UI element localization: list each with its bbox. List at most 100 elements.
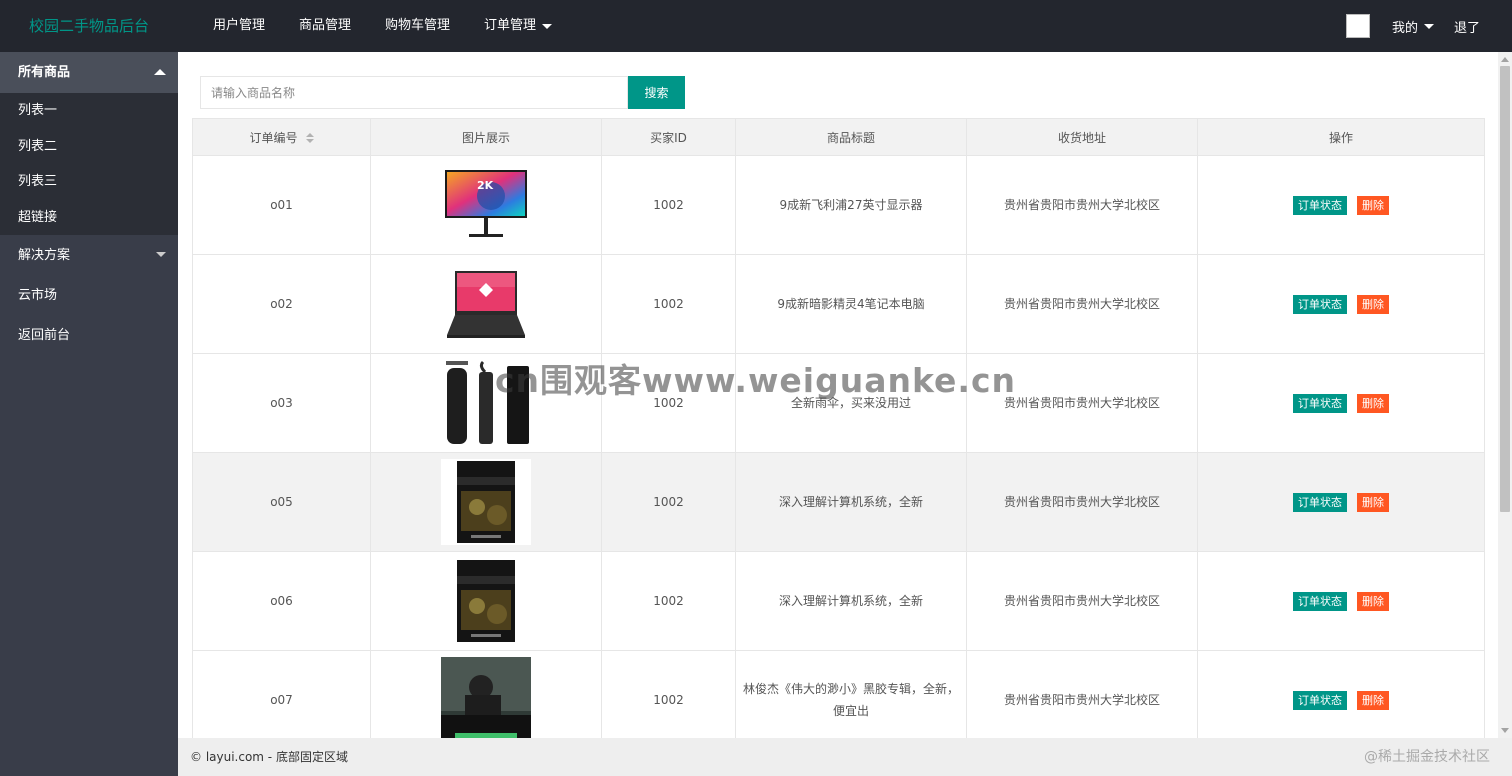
title-cell: 全新雨伞，买来没用过 [735,353,967,453]
sidebar-item-cloud-market[interactable]: 云市场 [0,276,178,316]
nav-product-management[interactable]: 商品管理 [282,0,368,52]
title-cell: 林俊杰《伟大的渺小》黑胶专辑，全新，便宜出 [735,650,967,738]
top-nav: 用户管理 商品管理 购物车管理 订单管理 [196,0,569,52]
table-row: o06 1002 深入理解计算机系统，全新 贵州省贵阳市贵州大学北校区 订单状态… [192,551,1485,651]
delete-button[interactable]: 删除 [1357,592,1389,611]
sidebar-group-all-products[interactable]: 所有商品 [0,52,178,93]
search-input[interactable] [200,76,628,109]
table-header-row: 订单编号 图片展示 买家ID 商品标题 收货地址 操作 [192,118,1485,156]
column-header-address: 收货地址 [966,118,1198,156]
sidebar-item-list-2[interactable]: 列表二 [0,129,178,165]
title-cell: 9成新暗影精灵4笔记本电脑 [735,254,967,354]
order-status-button[interactable]: 订单状态 [1293,493,1347,512]
image-cell [370,254,602,354]
actions-cell: 订单状态 删除 [1197,155,1485,255]
address-cell: 贵州省贵阳市贵州大学北校区 [966,353,1198,453]
sort-icon[interactable] [305,133,314,143]
book-image [441,459,531,545]
order-id-cell: o01 [192,155,371,255]
chevron-down-icon [156,252,166,257]
book-image [441,558,531,644]
nav-cart-management[interactable]: 购物车管理 [368,0,467,52]
nav-cart-management-label: 购物车管理 [385,18,451,33]
delete-button[interactable]: 删除 [1357,295,1389,314]
chevron-down-icon [1423,23,1434,29]
sidebar-item-back-to-front[interactable]: 返回前台 [0,316,178,356]
buyer-id-cell: 1002 [601,353,736,453]
column-header-title: 商品标题 [735,118,967,156]
sidebar-group-label: 解决方案 [18,248,71,263]
order-id-cell: o02 [192,254,371,354]
delete-button[interactable]: 删除 [1357,493,1389,512]
order-id-cell: o03 [192,353,371,453]
address-cell: 贵州省贵阳市贵州大学北校区 [966,254,1198,354]
nav-order-management-label: 订单管理 [484,18,537,33]
logout-link[interactable]: 退了 [1444,17,1490,36]
nav-product-management-label: 商品管理 [299,18,352,33]
nav-user-management[interactable]: 用户管理 [196,0,282,52]
my-menu-label: 我的 [1391,20,1418,36]
vertical-scrollbar[interactable] [1498,52,1512,738]
sidebar-item-list-3[interactable]: 列表三 [0,164,178,200]
image-cell [370,551,602,651]
image-cell [370,353,602,453]
sidebar: 所有商品 列表一 列表二 列表三 超链接 解决方案 云市场 返回前台 [0,52,178,776]
order-status-button[interactable]: 订单状态 [1293,196,1347,215]
order-status-button[interactable]: 订单状态 [1293,394,1347,413]
order-status-button[interactable]: 订单状态 [1293,592,1347,611]
footer: © layui.com - 底部固定区域 @稀土掘金技术社区 [178,738,1512,776]
buyer-id-cell: 1002 [601,551,736,651]
avatar[interactable] [1345,14,1370,38]
address-cell: 贵州省贵阳市贵州大学北校区 [966,551,1198,651]
sidebar-group-label: 所有商品 [18,65,71,80]
column-header-buyer-id: 买家ID [601,118,736,156]
column-header-order-id[interactable]: 订单编号 [192,118,371,156]
delete-button[interactable]: 删除 [1357,394,1389,413]
sidebar-submenu: 列表一 列表二 列表三 超链接 [0,93,178,235]
image-cell: 2K [370,155,602,255]
order-id-cell: o05 [192,452,371,552]
sidebar-item-list-1[interactable]: 列表一 [0,93,178,129]
footer-text: © layui.com - 底部固定区域 [190,750,348,764]
main-content: 搜索 订单编号 图片展示 买家ID 商品标题 收货地址 操作 o01 [178,52,1498,738]
scroll-up-icon[interactable] [1501,57,1509,62]
search-button[interactable]: 搜索 [628,76,685,109]
album-image [441,657,531,738]
actions-cell: 订单状态 删除 [1197,254,1485,354]
table-row: o02 1002 9成新暗影精灵4笔记本电脑 贵州省贵阳市贵州大学北校区 订单状… [192,254,1485,354]
footer-corner-text: @稀土掘金技术社区 [1364,749,1490,765]
table-row: o05 1002 深入理解计算机系统，全新 贵州省贵阳市贵州大学北校区 订单状态… [192,452,1485,552]
sidebar-item-hyperlink[interactable]: 超链接 [0,200,178,236]
chevron-up-icon [154,69,166,75]
actions-cell: 订单状态 删除 [1197,452,1485,552]
app-logo[interactable]: 校园二手物品后台 [0,0,178,52]
table-row: o03 1002 全新雨伞，买来没用过 贵州省贵阳市贵州大学北校区 订单状态删除 [192,353,1485,453]
monitor-image: 2K [441,162,531,248]
address-cell: 贵州省贵阳市贵州大学北校区 [966,452,1198,552]
actions-cell: 订单状态 删除 [1197,551,1485,651]
svg-text:2K: 2K [477,179,494,192]
nav-user-management-label: 用户管理 [213,18,266,33]
scroll-down-icon[interactable] [1501,728,1509,733]
nav-order-management[interactable]: 订单管理 [467,0,569,52]
order-id-cell: o06 [192,551,371,651]
order-status-button[interactable]: 订单状态 [1293,295,1347,314]
column-header-image: 图片展示 [370,118,602,156]
sidebar-group-solutions[interactable]: 解决方案 [0,235,178,276]
orders-table: 订单编号 图片展示 买家ID 商品标题 收货地址 操作 o01 2K 1002 … [192,118,1485,738]
image-cell [370,452,602,552]
column-header-label: 订单编号 [249,130,298,145]
actions-cell: 订单状态 删除 [1197,650,1485,738]
order-status-button[interactable]: 订单状态 [1293,691,1347,710]
column-header-actions: 操作 [1197,118,1485,156]
scroll-thumb[interactable] [1500,66,1510,512]
order-id-cell: o07 [192,650,371,738]
delete-button[interactable]: 删除 [1357,196,1389,215]
actions-cell: 订单状态 删除 [1197,353,1485,453]
chevron-down-icon [542,23,553,29]
address-cell: 贵州省贵阳市贵州大学北校区 [966,155,1198,255]
top-header: 校园二手物品后台 用户管理 商品管理 购物车管理 订单管理 我的 退了 [0,0,1512,52]
title-cell: 9成新飞利浦27英寸显示器 [735,155,967,255]
delete-button[interactable]: 删除 [1357,691,1389,710]
my-menu[interactable]: 我的 [1382,17,1444,36]
